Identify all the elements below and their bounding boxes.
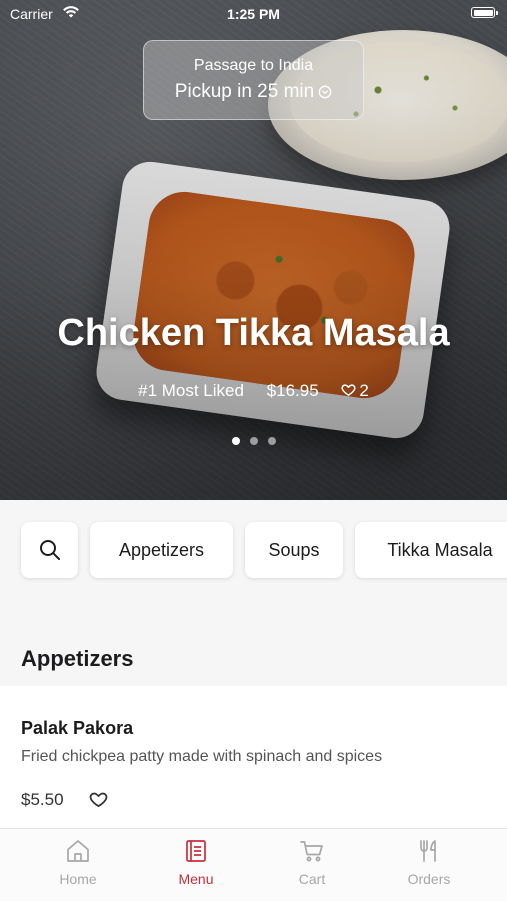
category-bar: Appetizers Soups Tikka Masala: [0, 500, 507, 620]
tab-bar: Home Menu Cart Orders: [0, 828, 507, 901]
cart-icon: [300, 841, 323, 862]
heart-icon[interactable]: [89, 790, 108, 808]
heart-icon: [341, 384, 356, 397]
search-button[interactable]: [21, 522, 78, 578]
category-chip-appetizers[interactable]: Appetizers: [90, 522, 233, 578]
carousel-dot[interactable]: [231, 437, 240, 445]
battery-icon: [471, 7, 498, 18]
tab-label-menu: Menu: [178, 871, 214, 887]
status-bar: Carrier 1:25 PM: [0, 0, 507, 28]
tab-home[interactable]: Home: [15, 837, 141, 887]
pickup-time: Pickup in 25 min: [144, 81, 363, 103]
section-title: Appetizers: [21, 646, 134, 671]
featured-price: $16.95: [266, 380, 319, 400]
tab-label-home: Home: [59, 871, 97, 887]
featured-rank: #1 Most Liked: [138, 380, 244, 400]
menu-item-name: Palak Pakora: [21, 718, 134, 738]
tab-orders[interactable]: Orders: [366, 837, 492, 887]
carousel-dots: [0, 430, 507, 449]
pickup-time-label: Pickup in 25 min: [174, 81, 315, 102]
fork-knife-icon: [420, 840, 436, 862]
clock: 1:25 PM: [227, 6, 280, 22]
search-icon: [40, 540, 60, 560]
tab-cart[interactable]: Cart: [249, 837, 375, 887]
home-icon: [67, 840, 89, 862]
menu-item-description: Fried chickpea patty made with spinach a…: [21, 748, 383, 765]
category-chip-tikka-masala[interactable]: Tikka Masala: [355, 522, 507, 578]
featured-item-title: Chicken Tikka Masala: [57, 312, 450, 354]
featured-likes-count: 2: [359, 380, 369, 400]
chevron-down-circle-icon: [318, 85, 332, 99]
tab-label-orders: Orders: [407, 871, 451, 887]
featured-likes[interactable]: 2: [341, 380, 369, 401]
featured-item-meta: #1 Most Liked $16.95 2: [0, 380, 507, 401]
tab-label-cart: Cart: [298, 871, 326, 887]
tab-menu[interactable]: Menu: [133, 837, 259, 887]
menu-item[interactable]: Palak Pakora Fried chickpea patty made w…: [0, 686, 507, 828]
menu-book-icon: [186, 840, 206, 862]
menu-item-price: $5.50: [21, 790, 64, 809]
restaurant-name: Passage to India: [193, 57, 314, 74]
carousel-dot[interactable]: [249, 437, 258, 445]
carousel-dot[interactable]: [267, 437, 276, 445]
category-chip-soups[interactable]: Soups: [245, 522, 343, 578]
pickup-selector[interactable]: Passage to India Pickup in 25 min: [143, 40, 364, 120]
